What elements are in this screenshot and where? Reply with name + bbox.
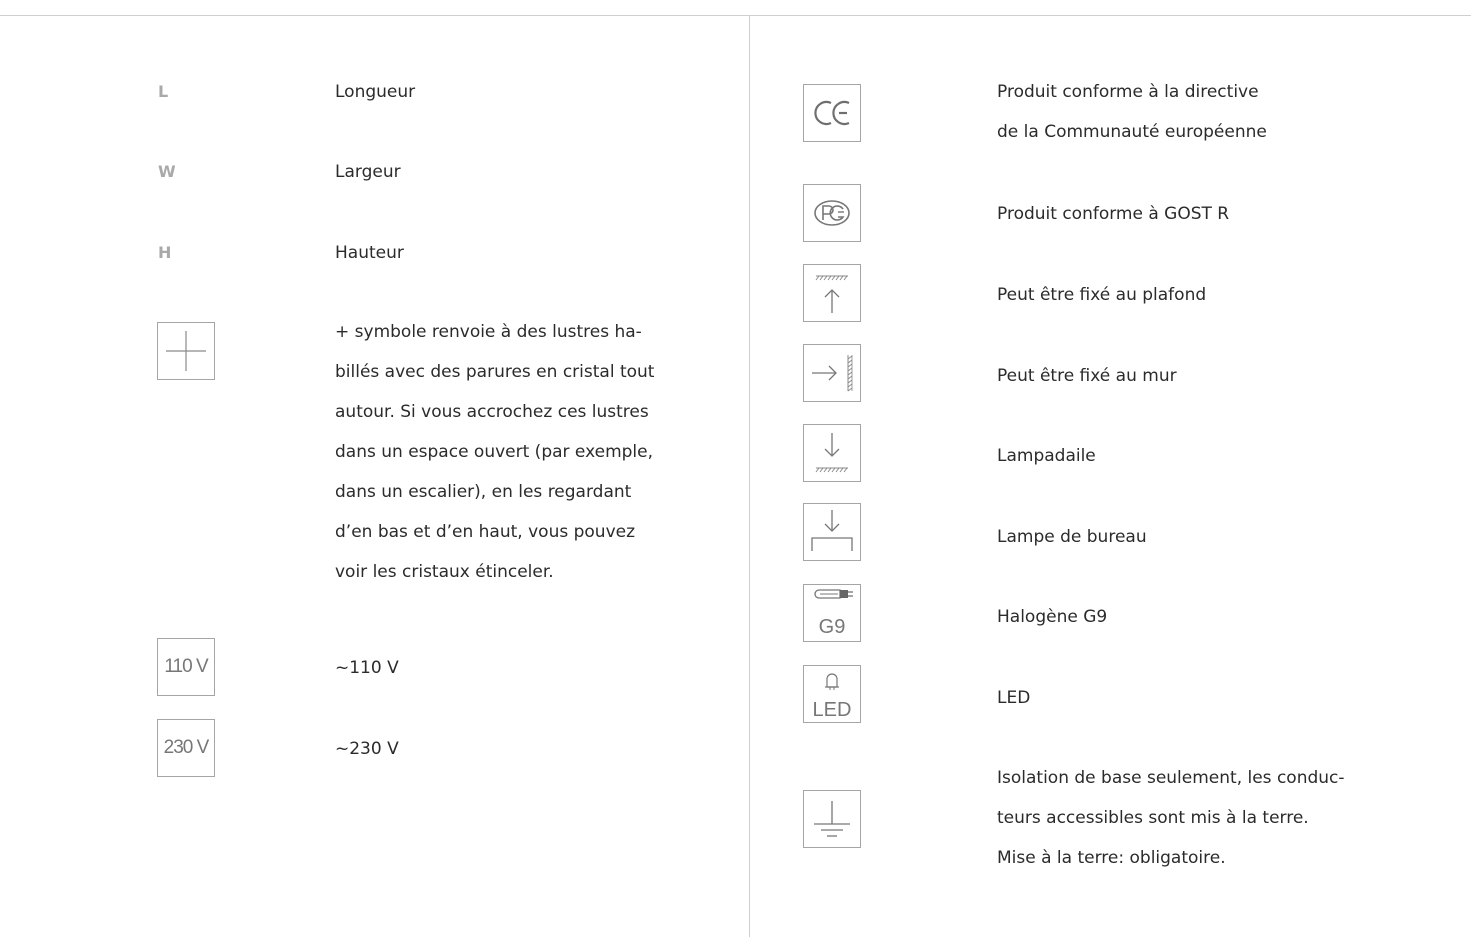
earth-ground-text: Mise à la terre: obligatoire. bbox=[997, 848, 1226, 868]
plus-icon bbox=[157, 322, 215, 380]
crystal-note-line: d’en bas et d’en haut, vous pouvez bbox=[335, 522, 636, 542]
width-abbr: W bbox=[158, 162, 176, 181]
earth-ground-text: teurs accessibles sont mis à la terre. bbox=[997, 808, 1309, 828]
earth-ground-text: Isolation de base seulement, les conduc- bbox=[997, 768, 1345, 788]
top-divider bbox=[0, 15, 1471, 16]
halogen-g9-icon: G9 bbox=[803, 584, 861, 642]
led-text: LED bbox=[997, 688, 1031, 708]
voltage-110-icon: 110 V bbox=[157, 638, 215, 696]
led-icon-text: LED bbox=[813, 699, 852, 721]
led-icon: LED bbox=[803, 665, 861, 723]
height-label: Hauteur bbox=[335, 243, 404, 263]
desk-lamp-icon bbox=[803, 503, 861, 561]
wall-mount-text: Peut être fixé au mur bbox=[997, 366, 1177, 386]
gost-r-text: Produit conforme à GOST R bbox=[997, 204, 1230, 224]
column-divider bbox=[749, 15, 750, 937]
voltage-230-icon: 230 V bbox=[157, 719, 215, 777]
length-label: Longueur bbox=[335, 82, 416, 102]
width-label: Largeur bbox=[335, 162, 401, 182]
crystal-note-line: dans un escalier), en les regardant bbox=[335, 482, 632, 502]
voltage-230-label: ~230 V bbox=[335, 739, 399, 759]
desk-lamp-text: Lampe de bureau bbox=[997, 527, 1147, 547]
gost-r-icon bbox=[803, 184, 861, 242]
ce-mark-text: de la Communauté européenne bbox=[997, 122, 1267, 142]
voltage-110-label: ~110 V bbox=[335, 658, 399, 678]
halogen-g9-icon-text: G9 bbox=[819, 616, 846, 638]
earth-ground-icon bbox=[803, 790, 861, 848]
halogen-g9-text: Halogène G9 bbox=[997, 607, 1108, 627]
crystal-note-line: voir les cristaux étinceler. bbox=[335, 562, 554, 582]
floor-lamp-icon bbox=[803, 424, 861, 482]
crystal-note-line: dans un espace ouvert (par exemple, bbox=[335, 442, 654, 462]
crystal-note-line: billés avec des parures en cristal tout bbox=[335, 362, 655, 382]
ceiling-mount-icon bbox=[803, 264, 861, 322]
crystal-note-line: autour. Si vous accrochez ces lustres bbox=[335, 402, 649, 422]
length-abbr: L bbox=[158, 82, 169, 101]
ce-mark-text: Produit conforme à la directive bbox=[997, 82, 1259, 102]
ce-mark-icon bbox=[803, 84, 861, 142]
floor-lamp-text: Lampadaile bbox=[997, 446, 1096, 466]
crystal-note-line: + symbole renvoie à des lustres ha- bbox=[335, 322, 642, 342]
height-abbr: H bbox=[158, 243, 172, 262]
wall-mount-icon bbox=[803, 344, 861, 402]
ceiling-mount-text: Peut être fixé au plafond bbox=[997, 285, 1207, 305]
